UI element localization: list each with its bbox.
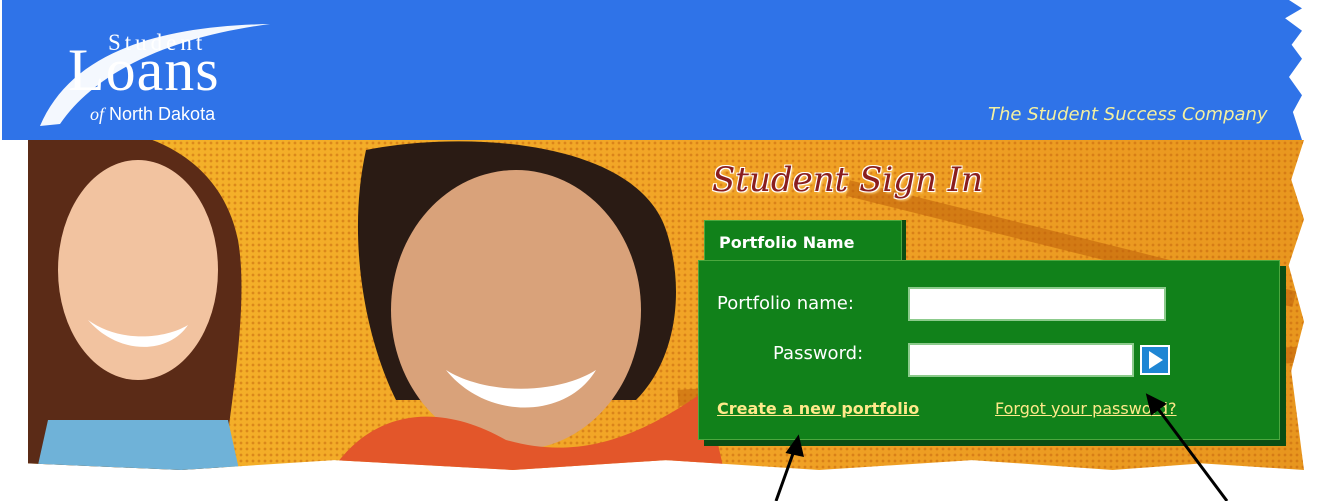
annotation-arrows — [774, 393, 1229, 501]
arrow-to-create-link — [774, 447, 797, 501]
arrow-head-icon — [1145, 393, 1167, 416]
arrow-head-icon — [785, 434, 805, 457]
arrow-to-forgot-link — [1154, 405, 1229, 501]
